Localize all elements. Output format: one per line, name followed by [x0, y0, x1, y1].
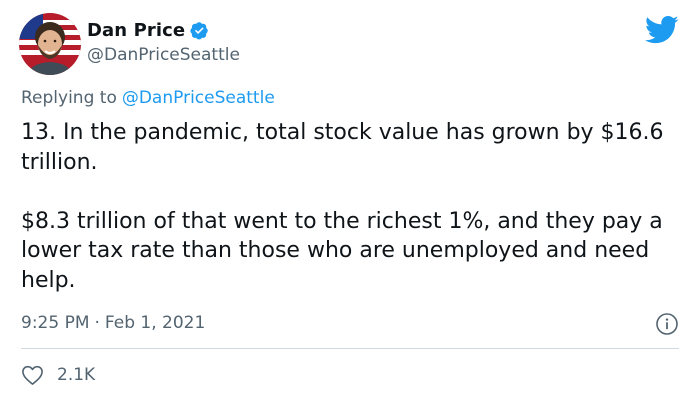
- twitter-bird-icon[interactable]: [645, 15, 679, 45]
- tweet-body: 13. In the pandemic, total stock value h…: [21, 118, 681, 295]
- verified-badge-icon: [190, 21, 209, 40]
- timestamp-separator: ·: [94, 313, 100, 333]
- reply-prefix: Replying to: [21, 88, 117, 108]
- avatar-image: [19, 13, 81, 75]
- like-action[interactable]: 2.1K: [21, 364, 95, 386]
- tweet-timestamp[interactable]: 9:25 PM · Feb 1, 2021: [21, 313, 205, 333]
- info-icon[interactable]: [655, 312, 679, 336]
- replying-to-line: Replying to @DanPriceSeattle: [21, 88, 275, 108]
- author-handle[interactable]: @DanPriceSeattle: [87, 45, 240, 65]
- avatar[interactable]: [19, 13, 81, 75]
- author-name-row[interactable]: Dan Price: [87, 20, 209, 41]
- heart-icon[interactable]: [21, 364, 44, 386]
- like-count: 2.1K: [57, 365, 96, 385]
- divider: [21, 348, 679, 349]
- tweet-time[interactable]: 9:25 PM: [21, 313, 90, 333]
- tweet-paragraph-1: 13. In the pandemic, total stock value h…: [21, 120, 664, 175]
- reply-mention-link[interactable]: @DanPriceSeattle: [122, 88, 275, 108]
- author-display-name[interactable]: Dan Price: [87, 20, 185, 41]
- tweet-paragraph-2: $8.3 trillion of that went to the riches…: [21, 208, 663, 293]
- tweet-date[interactable]: Feb 1, 2021: [105, 313, 205, 333]
- tweet-card: Dan Price @DanPriceSeattle Replying to @…: [0, 0, 700, 402]
